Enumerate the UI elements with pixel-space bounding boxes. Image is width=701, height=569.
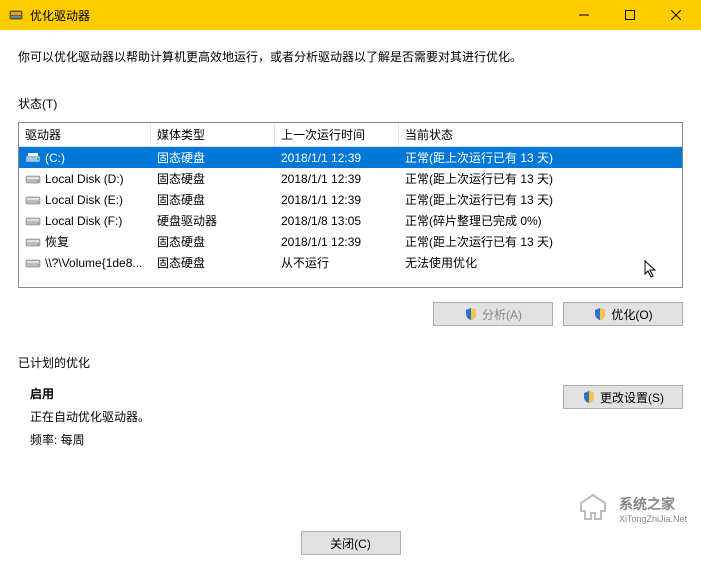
watermark-logo-icon [573,489,613,529]
drive-icon [25,235,41,249]
cell-drive: 恢复 [19,231,151,252]
drives-table: 驱动器 媒体类型 上一次运行时间 当前状态 (C:)固态硬盘2018/1/1 1… [18,122,683,288]
close-dialog-button[interactable]: 关闭(C) [301,531,401,555]
cell-lastrun: 2018/1/1 12:39 [275,233,399,251]
cell-status: 正常(距上次运行已有 13 天) [399,189,682,210]
window-controls [561,0,699,30]
schedule-section: 已计划的优化 启用 正在自动优化驱动器。 频率: 每周 更改设置(S) [18,354,683,454]
column-header-status[interactable]: 当前状态 [399,122,682,147]
drive-icon [25,151,41,165]
maximize-button[interactable] [607,0,653,30]
cell-drive: Local Disk (E:) [19,191,151,209]
cell-media: 固态硬盘 [151,168,275,189]
cell-status: 无法使用优化 [399,252,682,273]
shield-icon [582,390,596,404]
minimize-button[interactable] [561,0,607,30]
cell-drive: Local Disk (D:) [19,170,151,188]
column-header-lastrun[interactable]: 上一次运行时间 [275,122,399,147]
cell-status: 正常(碎片整理已完成 0%) [399,210,682,231]
action-buttons: 分析(A) 优化(O) [18,302,683,326]
cell-drive: \\?\Volume{1de8... [19,254,151,272]
cell-status: 正常(距上次运行已有 13 天) [399,168,682,189]
watermark: 系统之家 XiTongZhiJia.Net [573,489,687,529]
table-body: (C:)固态硬盘2018/1/1 12:39正常(距上次运行已有 13 天)Lo… [19,147,682,273]
app-icon [8,7,24,23]
optimize-button-label: 优化(O) [611,306,652,323]
drive-label: Local Disk (D:) [45,172,124,186]
close-dialog-button-label: 关闭(C) [330,535,371,552]
change-settings-button-label: 更改设置(S) [600,389,664,406]
drive-icon [25,172,41,186]
cell-media: 固态硬盘 [151,252,275,273]
analyze-button[interactable]: 分析(A) [433,302,553,326]
column-header-drive[interactable]: 驱动器 [19,122,151,147]
drive-icon [25,256,41,270]
cell-lastrun: 2018/1/1 12:39 [275,191,399,209]
footer-buttons: 关闭(C) [0,531,701,555]
column-header-media[interactable]: 媒体类型 [151,122,275,147]
analyze-button-label: 分析(A) [482,306,522,323]
schedule-frequency: 频率: 每周 [30,431,563,448]
status-section-label: 状态(T) [18,95,683,112]
table-row[interactable]: (C:) 固态硬盘2018/1/1 12:39正常(距上次运行已有 13 天) [19,147,682,168]
cell-lastrun: 从不运行 [275,252,399,273]
change-settings-button[interactable]: 更改设置(S) [563,385,683,409]
cell-status: 正常(距上次运行已有 13 天) [399,147,682,168]
cell-media: 固态硬盘 [151,189,275,210]
cell-drive: Local Disk (F:) [19,212,151,230]
drive-label: (C:) [45,151,65,165]
shield-icon [593,307,607,321]
table-row[interactable]: 恢复 固态硬盘2018/1/1 12:39正常(距上次运行已有 13 天) [19,231,682,252]
drive-label: Local Disk (F:) [45,214,122,228]
schedule-detail: 正在自动优化驱动器。 [30,408,563,425]
cell-media: 固态硬盘 [151,231,275,252]
cell-lastrun: 2018/1/1 12:39 [275,170,399,188]
cell-media: 硬盘驱动器 [151,210,275,231]
schedule-status: 启用 [30,385,563,402]
shield-icon [464,307,478,321]
watermark-sub: XiTongZhiJia.Net [619,514,687,524]
description-text: 你可以优化驱动器以帮助计算机更高效地运行，或者分析驱动器以了解是否需要对其进行优… [18,48,683,65]
table-row[interactable]: Local Disk (D:) 固态硬盘2018/1/1 12:39正常(距上次运… [19,168,682,189]
close-button[interactable] [653,0,699,30]
watermark-text: 系统之家 [619,494,687,514]
drive-icon [25,193,41,207]
drive-label: \\?\Volume{1de8... [45,256,142,270]
drive-label: Local Disk (E:) [45,193,123,207]
titlebar: 优化驱动器 [0,0,701,30]
table-row[interactable]: Local Disk (F:) 硬盘驱动器2018/1/8 13:05正常(碎片整… [19,210,682,231]
table-header: 驱动器 媒体类型 上一次运行时间 当前状态 [19,123,682,147]
cell-lastrun: 2018/1/1 12:39 [275,149,399,167]
cell-media: 固态硬盘 [151,147,275,168]
table-row[interactable]: \\?\Volume{1de8... 固态硬盘从不运行无法使用优化 [19,252,682,273]
drive-label: 恢复 [45,233,69,250]
table-row[interactable]: Local Disk (E:) 固态硬盘2018/1/1 12:39正常(距上次运… [19,189,682,210]
drive-icon [25,214,41,228]
window-title: 优化驱动器 [30,7,561,24]
cell-drive: (C:) [19,149,151,167]
cell-status: 正常(距上次运行已有 13 天) [399,231,682,252]
optimize-button[interactable]: 优化(O) [563,302,683,326]
schedule-section-label: 已计划的优化 [18,354,683,371]
cell-lastrun: 2018/1/8 13:05 [275,212,399,230]
